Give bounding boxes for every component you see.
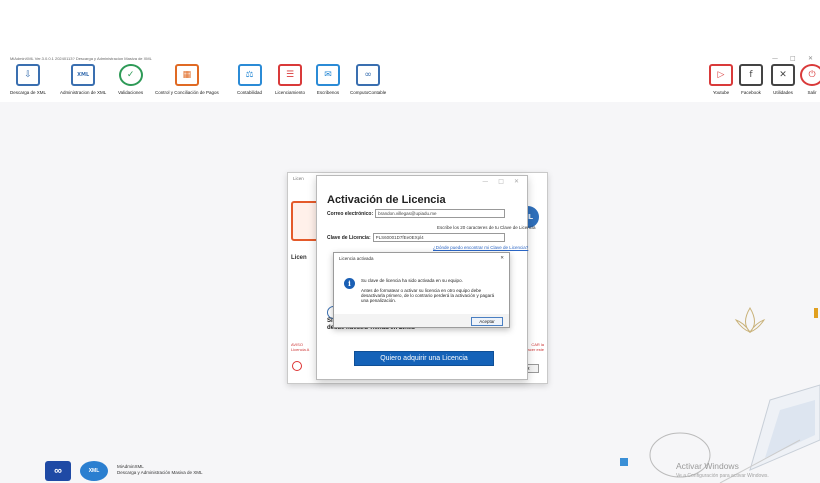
computo-logo-icon: ∞ [45, 461, 71, 481]
windows-activation-title: Activar Windows [676, 461, 739, 471]
payments-icon: ▦ [174, 64, 199, 86]
toolbar-licenciamiento[interactable]: ☰ Licenciamiento [275, 64, 305, 95]
email-row: Correo electrónico: brandon.villegas@upi… [327, 209, 506, 218]
license-key-field[interactable]: PLS60001D7fEe0EXpl4 [372, 233, 505, 242]
activation-heading: Activación de Licencia [327, 194, 446, 206]
toolbar-label: ComputoContable [350, 90, 387, 95]
toolbar-youtube[interactable]: ▷ Youtube [709, 64, 733, 95]
power-icon: ⏻ [800, 64, 820, 86]
deco-marker [814, 308, 818, 318]
toolbar-descarga-xml[interactable]: ⇩ Descarga de XML [10, 64, 46, 95]
check-circle-icon: ✓ [118, 64, 143, 86]
key-hint: Escribe los 20 caracteres de tu Clave de… [437, 225, 536, 230]
toolbar-facebook[interactable]: f Facebook [739, 64, 763, 95]
toolbar-validaciones[interactable]: ✓ Validaciones [118, 64, 143, 95]
lotus-decoration-icon [734, 307, 766, 333]
toolbar-label: Utilidades [773, 90, 793, 95]
footer-app-subtitle: Descarga y Administración Masiva de XML [117, 470, 203, 475]
toolbar-administracion-xml[interactable]: XML Administracion de XML [60, 64, 106, 95]
toolbar-salir[interactable]: ⏻ Salir [800, 64, 820, 95]
toolbar-utilidades[interactable]: ✕ Utilidades [771, 64, 795, 95]
facebook-icon: f [739, 64, 763, 86]
toolbar-label: Control y Conciliación de Pagos [155, 90, 219, 95]
email-field[interactable]: brandon.villegas@upiadu.me [375, 209, 506, 218]
toolbar-label: Validaciones [118, 90, 144, 95]
windows-activation-subtitle: Ve a Configuración para activar Windows. [676, 473, 769, 479]
messagebox-body: i Su clave de licencia ha sido activada … [334, 264, 509, 314]
messagebox-titlebar: Licencia activada ✕ [334, 253, 509, 264]
toolbar-computocontable[interactable]: ∞ ComputoContable [350, 64, 386, 95]
find-key-link[interactable]: ¿Dónde puedo encontrar mi Clave de Licen… [433, 245, 528, 250]
minimize-button[interactable]: — [772, 55, 778, 62]
minimize-button[interactable]: — [482, 178, 488, 186]
key-label: Clave de Licencia: [327, 234, 371, 241]
back-dialog-note: CAR la racer este [526, 342, 544, 352]
toolbar-control-pagos[interactable]: ▦ Control y Conciliación de Pagos [155, 64, 219, 95]
info-icon: i [344, 278, 355, 289]
main-toolbar: ⇩ Descarga de XML XML Administracion de … [0, 62, 820, 102]
license-icon: ☰ [278, 64, 303, 86]
close-button[interactable]: ✕ [514, 178, 519, 186]
toolbar-label: Administracion de XML [60, 90, 107, 95]
youtube-icon: ▷ [709, 64, 733, 86]
toolbar-label: Youtube [712, 90, 730, 95]
toolbar-label: Contabilidad [237, 90, 263, 95]
close-button[interactable]: ✕ [808, 55, 813, 62]
toolbar-contabilidad[interactable]: ⚖ Contabilidad [237, 64, 262, 95]
footer-app-name: MiAdminXML Descarga y Administración Mas… [117, 464, 203, 476]
accounting-icon: ⚖ [237, 64, 262, 86]
buy-license-button[interactable]: Quiero adquirir una Licencia [354, 351, 494, 366]
maximize-button[interactable]: □ [498, 178, 504, 186]
accept-button[interactable]: Aceptar [471, 317, 503, 326]
youtube-icon[interactable] [292, 361, 302, 371]
window-title: MiAdminXML Ver.3.0.0.1 20240113? Descarg… [10, 56, 152, 61]
tools-icon: ✕ [771, 64, 795, 86]
messagebox-close-button[interactable]: ✕ [500, 256, 504, 261]
toolbar-label: Salir [807, 90, 817, 95]
messagebox-title: Licencia activada [339, 256, 374, 261]
activation-window-controls: — □ ✕ [317, 176, 527, 188]
chat-icon: ✉ [316, 64, 340, 86]
title-bar: MiAdminXML Ver.3.0.0.1 20240113? Descarg… [0, 0, 820, 62]
maximize-button[interactable]: □ [790, 55, 796, 62]
xml-file-icon: XML [71, 64, 96, 86]
back-dialog-section: Licen [291, 255, 307, 261]
messagebox-line2: Antes de formatear o activar su licencia… [361, 288, 495, 304]
email-label: Correo electrónico: [327, 210, 374, 217]
messagebox-line1: Su clave de licencia ha sido activada en… [361, 278, 463, 283]
toolbar-label: Escribenos [316, 90, 340, 95]
toolbar-label: Descarga de XML [10, 90, 47, 95]
toolbar-escribenos[interactable]: ✉ Escribenos [316, 64, 340, 95]
download-icon: ⇩ [16, 64, 41, 86]
app-window: MiAdminXML Ver.3.0.0.1 20240113? Descarg… [0, 0, 820, 483]
toolbar-label: Facebook [741, 90, 761, 95]
toolbar-label: Licenciamiento [275, 90, 306, 95]
xml-cloud-logo-icon: XML [80, 461, 108, 481]
computo-logo-icon: ∞ [356, 64, 381, 86]
license-activated-messagebox: Licencia activada ✕ i Su clave de licenc… [333, 252, 510, 328]
key-row: Clave de Licencia: PLS60001D7fEe0EXpl4 [327, 233, 505, 242]
back-dialog-aviso: AVISO Licencia A [291, 342, 310, 352]
